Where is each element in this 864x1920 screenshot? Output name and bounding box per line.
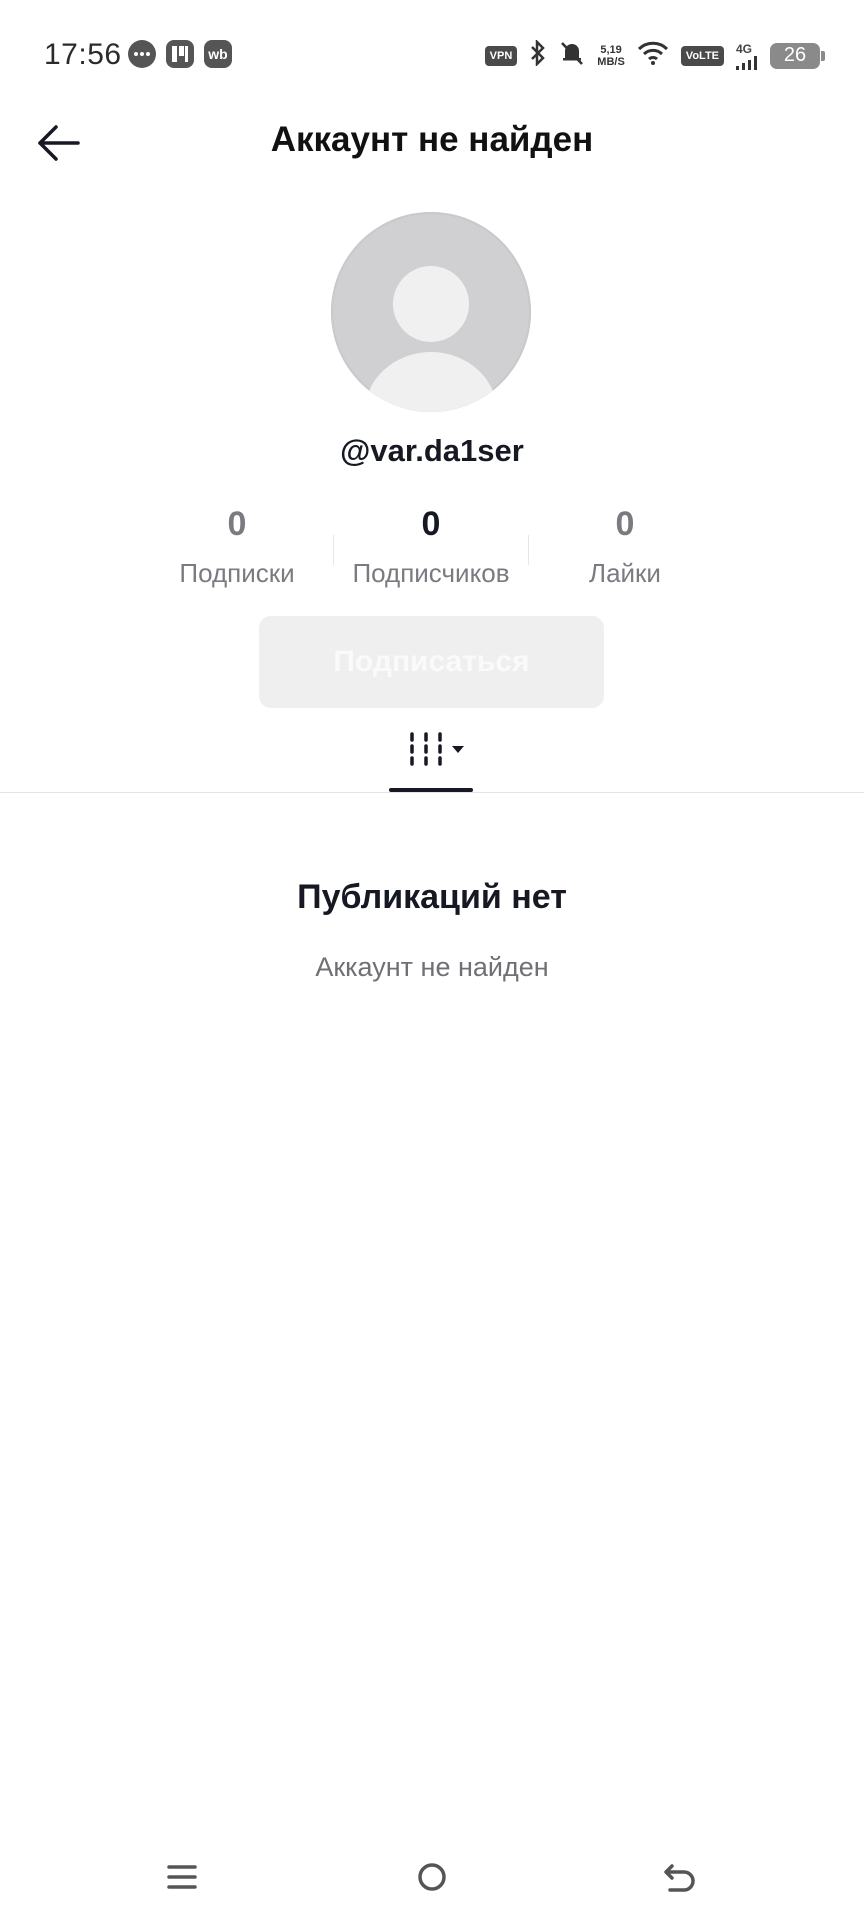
status-bar: 17:56 wb VPN 5,19 MB/S VoLTE 4G 26	[0, 0, 864, 110]
status-notification-icons: wb	[128, 40, 232, 68]
wifi-icon	[637, 40, 669, 71]
messages-icon	[128, 40, 156, 68]
avatar-placeholder-body	[365, 352, 497, 412]
stat-following-count: 0	[227, 505, 247, 543]
back-return-icon	[664, 1864, 695, 1892]
tab-videos[interactable]	[389, 724, 471, 792]
network-speed: 5,19 MB/S	[597, 43, 625, 68]
status-time: 17:56	[44, 38, 122, 71]
stat-followers-label: Подписчиков	[352, 558, 510, 588]
stat-following[interactable]: 0 Подписки	[140, 505, 334, 589]
follow-button[interactable]: Подписаться	[259, 616, 604, 708]
volte-icon: VoLTE	[680, 45, 724, 66]
p-app-icon	[166, 40, 194, 68]
menu-icon	[167, 1865, 197, 1889]
tabs-divider	[0, 792, 864, 793]
nav-menu-button[interactable]	[152, 1852, 212, 1902]
avatar	[331, 212, 531, 412]
bluetooth-icon	[529, 38, 547, 71]
stat-following-label: Подписки	[179, 558, 295, 588]
mute-bell-icon	[559, 40, 585, 71]
empty-state-subtitle: Аккаунт не найден	[315, 952, 549, 982]
grid-videos-icon	[410, 732, 464, 766]
empty-state-title: Публикаций нет	[297, 878, 567, 916]
battery-icon: 26	[770, 42, 825, 69]
stat-followers-count: 0	[421, 505, 441, 543]
home-circle-icon	[418, 1863, 446, 1891]
nav-back-button[interactable]	[650, 1852, 710, 1902]
username: @var.da1ser	[340, 433, 524, 468]
stat-likes[interactable]: 0 Лайки	[528, 505, 722, 589]
system-nav-bar	[0, 1840, 864, 1920]
status-system-icons: VPN 5,19 MB/S VoLTE 4G 26	[484, 38, 825, 71]
caret-down-icon	[452, 746, 464, 753]
vpn-icon: VPN	[484, 45, 518, 66]
page-title: Аккаунт не найден	[270, 120, 594, 159]
stat-likes-count: 0	[615, 505, 635, 543]
nav-home-button[interactable]	[402, 1852, 462, 1902]
stat-likes-label: Лайки	[589, 558, 661, 588]
profile-stats: 0 Подписки 0 Подписчиков 0 Лайки	[0, 505, 864, 595]
cellular-signal-icon: 4G	[736, 42, 758, 70]
avatar-placeholder-head	[393, 266, 469, 342]
stat-followers[interactable]: 0 Подписчиков	[334, 505, 528, 589]
wb-app-icon: wb	[204, 40, 232, 68]
